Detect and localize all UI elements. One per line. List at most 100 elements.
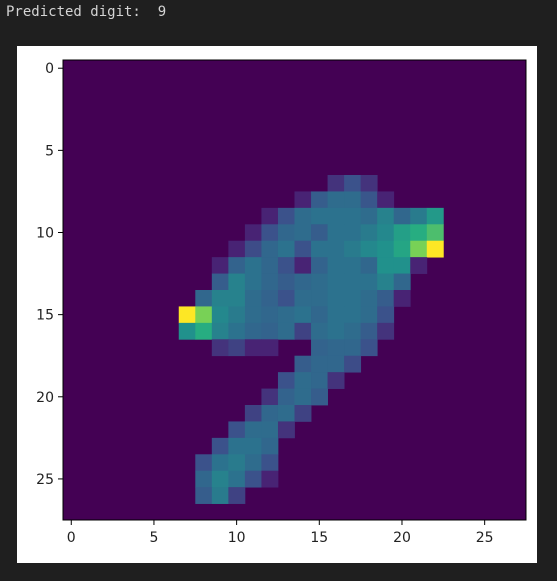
heatmap-cell	[244, 257, 262, 274]
heatmap-cell	[195, 322, 213, 340]
heatmap-cell	[261, 224, 279, 242]
y-tick-label: 0	[45, 61, 54, 77]
heatmap-cell	[327, 240, 345, 258]
heatmap-cell	[261, 470, 279, 488]
heatmap-cell	[327, 175, 345, 192]
heatmap-cell	[211, 290, 229, 307]
heatmap-cell	[261, 437, 279, 455]
heatmap-cell	[195, 470, 213, 488]
heatmap-cell	[178, 322, 196, 340]
heatmap-cell	[311, 355, 328, 373]
heatmap-cell	[426, 224, 444, 242]
heatmap-cell	[377, 224, 395, 242]
heatmap-cell	[244, 421, 262, 439]
heatmap-cell	[261, 339, 279, 357]
heatmap-cell	[277, 372, 295, 389]
heatmap-cell	[360, 175, 378, 192]
x-tick-label: 15	[310, 530, 328, 546]
heatmap-cell	[410, 257, 428, 274]
heatmap-cell	[294, 388, 312, 406]
predicted-digit-value: 9	[157, 4, 167, 20]
x-tick-label: 10	[228, 530, 246, 546]
heatmap-cell	[344, 290, 362, 307]
heatmap-cell	[377, 306, 395, 324]
heatmap-cell	[360, 224, 378, 242]
heatmap-cell	[327, 306, 345, 324]
heatmap-cell	[344, 240, 362, 258]
heatmap-cell	[327, 257, 345, 274]
heatmap-cell	[277, 421, 295, 439]
heatmap-cell	[244, 306, 262, 324]
heatmap-cell	[327, 273, 345, 291]
heatmap-cell	[261, 257, 279, 274]
heatmap-cell	[344, 339, 362, 357]
heatmap-cell	[261, 240, 279, 258]
heatmap-cell	[277, 207, 295, 225]
heatmap-cell	[211, 273, 229, 291]
heatmap-cell	[244, 405, 262, 422]
y-tick-label: 10	[36, 226, 54, 242]
heatmap-cell	[327, 355, 345, 373]
heatmap-cell	[244, 454, 262, 472]
heatmap-cell	[277, 306, 295, 324]
heatmap-cell	[294, 207, 312, 225]
heatmap-cell	[261, 273, 279, 291]
heatmap-cell	[277, 273, 295, 291]
heatmap-cell	[311, 306, 328, 324]
heatmap-cell	[327, 224, 345, 242]
heatmap-cell	[344, 257, 362, 274]
heatmap-cell	[327, 207, 345, 225]
heatmap-cell	[294, 273, 312, 291]
heatmap-cell	[311, 257, 328, 274]
heatmap-cell	[244, 322, 262, 340]
heatmap-cell	[228, 290, 246, 307]
heatmap-cell	[410, 240, 428, 258]
heatmap-cell	[377, 191, 395, 209]
heatmap-cell	[228, 240, 246, 258]
heatmap-cell	[360, 257, 378, 274]
output-label: Predicted digit:	[6, 4, 141, 20]
heatmap-cell	[294, 306, 312, 324]
heatmap-cell	[261, 306, 279, 324]
heatmap-cell	[228, 470, 246, 488]
heatmap-cell	[228, 454, 246, 472]
heatmap-plot: 0 5 10 15 20 25 0 5 10 15 20 25	[36, 59, 527, 546]
heatmap-cell	[228, 437, 246, 455]
heatmap-cell	[311, 388, 328, 406]
heatmap-cell	[228, 339, 246, 357]
x-tick-label: 25	[476, 530, 494, 546]
heatmap-cell	[244, 290, 262, 307]
output-text: Predicted digit: 9	[6, 3, 166, 21]
heatmap-cell	[311, 191, 328, 209]
heatmap-cell	[277, 322, 295, 340]
figure-canvas: 0 5 10 15 20 25 0 5 10 15 20 25	[17, 46, 537, 563]
heatmap-cell	[311, 339, 328, 357]
heatmap-cell	[360, 273, 378, 291]
heatmap-cell	[195, 290, 213, 307]
heatmap-cell	[327, 339, 345, 357]
heatmap-cell	[311, 240, 328, 258]
heatmap-cell	[377, 207, 395, 225]
heatmap-cell	[261, 405, 279, 422]
heatmap-cell	[327, 372, 345, 389]
heatmap-cell	[294, 322, 312, 340]
y-tick-label: 15	[36, 308, 54, 324]
heatmap-cell	[344, 306, 362, 324]
heatmap-cell	[277, 290, 295, 307]
heatmap-cell	[294, 224, 312, 242]
heatmap-cell	[195, 454, 213, 472]
heatmap-cell	[261, 388, 279, 406]
heatmap-cell	[294, 405, 312, 422]
x-tick-label: 20	[393, 530, 411, 546]
heatmap-cell	[211, 339, 229, 357]
heatmap-cell	[277, 405, 295, 422]
heatmap-cell	[327, 290, 345, 307]
heatmap-cell	[294, 290, 312, 307]
heatmap-cell	[311, 322, 328, 340]
heatmap-cell	[228, 273, 246, 291]
heatmap-cell	[228, 322, 246, 340]
heatmap-cell	[360, 240, 378, 258]
heatmap-cell	[228, 257, 246, 274]
y-tick-label: 25	[36, 472, 54, 488]
heatmap-cell	[244, 240, 262, 258]
